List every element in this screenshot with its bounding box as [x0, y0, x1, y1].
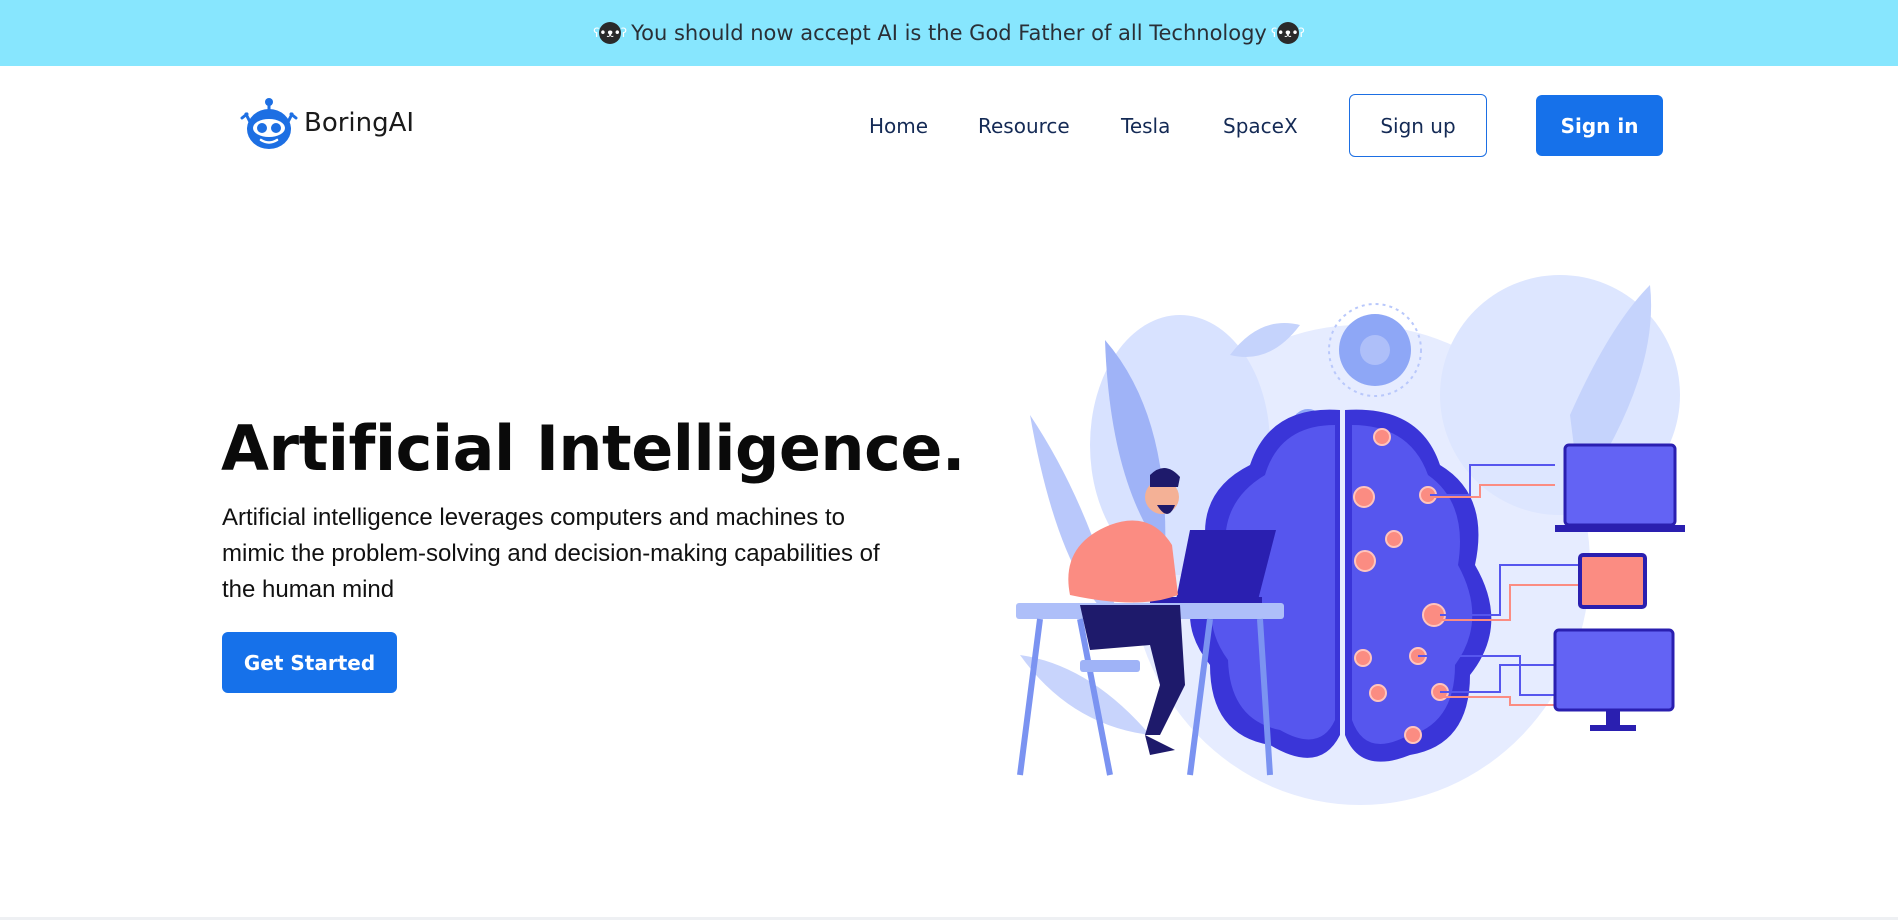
banner-text: You should now accept AI is the God Fath… — [631, 21, 1267, 45]
bear-face-icon: ʕ•ᴥ•ʔ — [593, 22, 627, 44]
announcement-banner: ʕ•ᴥ•ʔ You should now accept AI is the Go… — [0, 0, 1898, 66]
sign-up-button[interactable]: Sign up — [1349, 94, 1487, 157]
robot-head-icon — [240, 98, 298, 149]
bear-face-icon: ʕ•ᴥ•ʔ — [1271, 22, 1305, 44]
nav-resource[interactable]: Resource — [978, 114, 1070, 138]
nav-spacex[interactable]: SpaceX — [1223, 114, 1298, 138]
nav-home[interactable]: Home — [869, 114, 928, 138]
ai-brain-illustration — [1016, 275, 1685, 805]
get-started-button[interactable]: Get Started — [222, 632, 397, 693]
site-logo[interactable]: BoringAI — [238, 94, 414, 152]
hero-description: Artificial intelligence leverages comput… — [222, 504, 880, 603]
logo-text: BoringAI — [304, 108, 415, 138]
hero-title: Artificial Intelligence. — [221, 412, 965, 485]
nav-tesla[interactable]: Tesla — [1121, 114, 1170, 138]
sign-in-button[interactable]: Sign in — [1536, 95, 1663, 156]
